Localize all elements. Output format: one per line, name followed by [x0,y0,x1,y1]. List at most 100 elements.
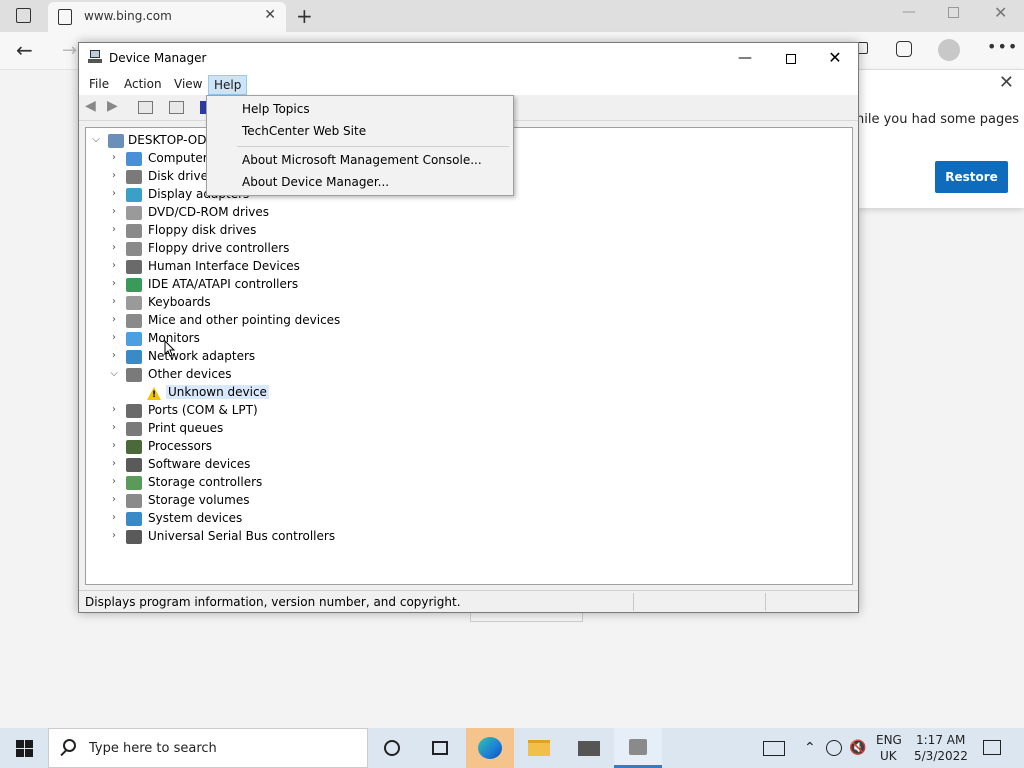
menu-view[interactable]: View [169,75,207,95]
taskbar-mail-app[interactable] [564,728,612,768]
taskbar-search-box[interactable]: Type here to search [48,728,368,768]
tree-item[interactable]: › Universal Serial Bus controllers [86,528,846,546]
forward-arrow-icon[interactable]: → [62,40,77,61]
clock-date[interactable]: 5/3/2022 [914,749,968,763]
tree-item[interactable]: › Floppy drive controllers [86,240,846,258]
menu-file[interactable]: File [84,75,114,95]
menu-action[interactable]: Action [119,75,167,95]
expand-icon[interactable]: › [108,206,120,220]
expand-icon[interactable]: › [108,350,120,364]
tree-item[interactable]: › Network adapters [86,348,846,366]
tab-actions-icon[interactable] [16,8,31,23]
other-devices-icon [126,368,142,382]
cortana-button[interactable] [368,728,416,768]
device-manager-icon [629,739,647,755]
collections-icon[interactable] [896,41,912,57]
show-hidden-icons-chevron-icon[interactable]: ⌃ [804,740,816,756]
maximize-button[interactable] [768,43,814,73]
tree-item[interactable]: › Ports (COM & LPT) [86,402,846,420]
volume-muted-icon[interactable]: 🔇 [849,740,866,756]
toolbar-back-icon[interactable]: ◀ [85,98,100,114]
close-icon[interactable]: ✕ [999,72,1014,93]
tree-item[interactable]: › Print queues [86,420,846,438]
collapse-icon[interactable]: ⌵ [90,134,102,148]
tree-item-label: Unknown device [166,385,269,399]
tree-item[interactable]: › Software devices [86,456,846,474]
tree-item[interactable]: › IDE ATA/ATAPI controllers [86,276,846,294]
device-manager-app-icon [88,50,102,64]
close-tab-icon[interactable]: ✕ [264,7,276,23]
profile-avatar[interactable] [938,39,960,61]
tree-item[interactable]: › Storage controllers [86,474,846,492]
tree-item[interactable]: › Floppy disk drives [86,222,846,240]
title-bar[interactable]: Device Manager — ✕ [79,43,858,73]
menu-help[interactable]: Help [208,75,248,95]
tree-item[interactable]: › Human Interface Devices [86,258,846,276]
menu-item-about-device-manager[interactable]: About Device Manager... [242,172,389,192]
tree-item[interactable]: › Keyboards [86,294,846,312]
menu-item-help-topics[interactable]: Help Topics [242,99,310,119]
expand-icon[interactable]: › [108,332,120,346]
tree-item[interactable]: ! Unknown device [86,384,846,402]
back-arrow-icon[interactable]: ← [16,38,33,62]
taskbar-file-explorer[interactable] [514,728,562,768]
expand-icon[interactable]: › [108,188,120,202]
tree-item[interactable]: › Monitors [86,330,846,348]
collapse-icon[interactable]: ⌵ [108,368,120,382]
expand-icon[interactable]: › [108,170,120,184]
clock-time[interactable]: 1:17 AM [916,733,965,747]
browser-tab[interactable]: www.bing.com ✕ [48,2,286,32]
close-button[interactable]: ✕ [812,43,858,73]
expand-icon[interactable]: › [108,152,120,166]
minimize-button[interactable]: — [722,43,768,73]
expand-icon[interactable]: › [108,224,120,238]
show-hide-console-tree-icon[interactable] [138,101,153,114]
mouse-icon [126,314,142,328]
tree-item-label: IDE ATA/ATAPI controllers [148,277,299,291]
taskbar-device-manager[interactable] [614,728,662,768]
task-view-button[interactable] [416,728,464,768]
expand-icon[interactable]: › [108,404,120,418]
expand-icon[interactable]: › [108,242,120,256]
expand-icon[interactable]: › [108,314,120,328]
properties-icon[interactable] [169,101,184,114]
expand-icon[interactable]: › [108,512,120,526]
restore-message: hile you had some pages [856,112,1019,127]
browser-close-icon[interactable]: ✕ [994,3,1007,22]
expand-icon[interactable]: › [108,476,120,490]
tree-item[interactable]: › DVD/CD-ROM drives [86,204,846,222]
expand-icon[interactable]: › [108,278,120,292]
tree-item[interactable]: › Processors [86,438,846,456]
tree-item[interactable]: › System devices [86,510,846,528]
restore-button[interactable]: Restore [935,161,1008,193]
network-globe-icon[interactable] [826,740,842,756]
toolbar-forward-icon[interactable]: ▶ [107,98,122,114]
expand-icon[interactable]: › [108,260,120,274]
tree-item-label: System devices [148,511,243,525]
expand-icon[interactable]: › [108,296,120,310]
menu-item-about-mmc[interactable]: About Microsoft Management Console... [242,150,482,170]
tree-root-label: DESKTOP-OD8I [128,133,218,147]
new-tab-icon[interactable]: + [296,4,313,28]
start-button[interactable] [16,740,33,757]
help-menu-dropdown: Help Topics TechCenter Web Site About Mi… [206,95,514,196]
expand-icon[interactable]: › [108,458,120,472]
tree-item-label: Human Interface Devices [148,259,300,273]
expand-icon[interactable]: › [108,440,120,454]
input-region[interactable]: UK [880,749,897,763]
notification-center-icon[interactable] [983,740,1001,755]
input-language[interactable]: ENG [876,733,902,747]
status-text: Displays program information, version nu… [85,595,461,609]
browser-minimize-icon[interactable]: — [902,4,916,20]
tree-item[interactable]: › Storage volumes [86,492,846,510]
menu-item-techcenter[interactable]: TechCenter Web Site [242,121,366,141]
browser-restore-icon[interactable] [948,7,959,18]
expand-icon[interactable]: › [108,530,120,544]
expand-icon[interactable]: › [108,422,120,436]
taskbar-edge-app[interactable] [466,728,514,768]
news-widget-icon[interactable] [763,741,785,756]
tree-item[interactable]: › Mice and other pointing devices [86,312,846,330]
more-options-icon[interactable]: ••• [987,37,1018,56]
expand-icon[interactable]: › [108,494,120,508]
tree-item[interactable]: ⌵ Other devices [86,366,846,384]
